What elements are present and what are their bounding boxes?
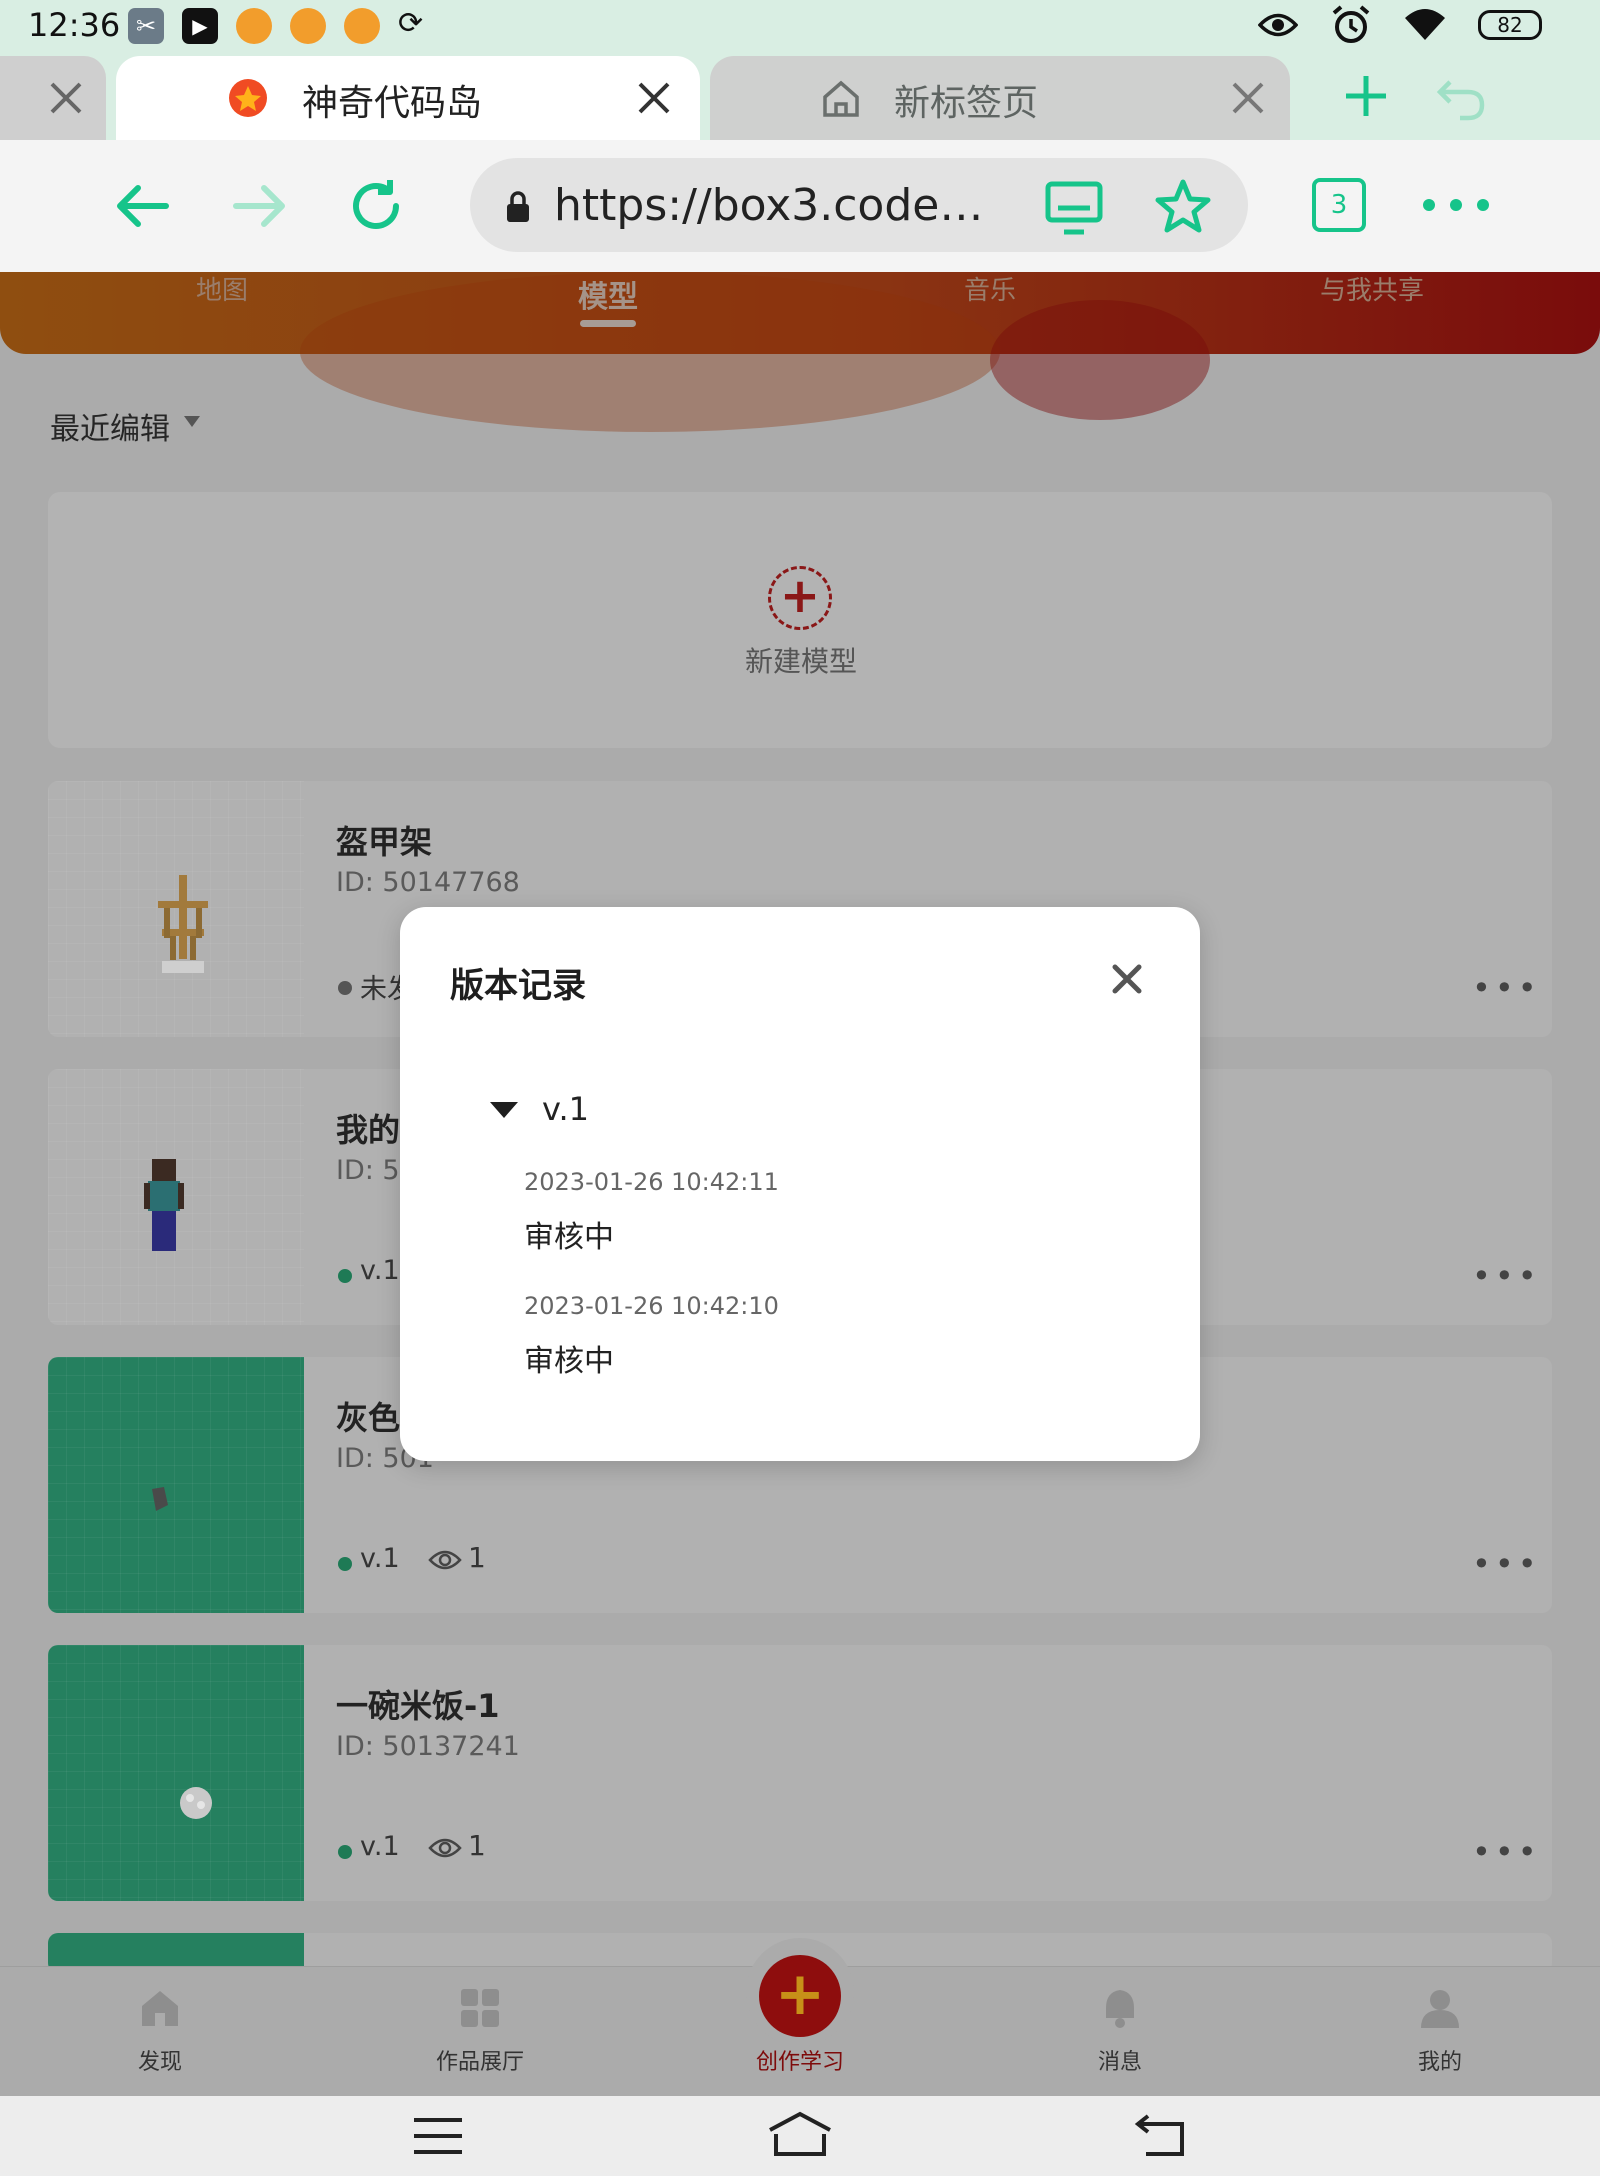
armor-stand-model (158, 875, 208, 973)
url-text[interactable]: https://box3.codema... (554, 180, 1014, 231)
status-dot (338, 1557, 352, 1571)
forward-arrow-icon[interactable] (230, 176, 290, 236)
new-tab-icon[interactable] (1342, 72, 1390, 120)
view-count: 1 (468, 1829, 486, 1862)
close-icon[interactable] (636, 80, 672, 116)
tab-model[interactable]: 模型 (578, 272, 638, 316)
tab-shared-with-me[interactable]: 与我共享 (1320, 270, 1424, 307)
home-icon (142, 1991, 178, 2026)
sync-icon: ⟳ (398, 6, 424, 41)
fox-icon (236, 8, 272, 44)
model-thumbnail[interactable] (48, 781, 304, 1037)
banner-decoration (300, 272, 1000, 432)
nav-discover[interactable]: 发现 (90, 1986, 230, 2076)
nav-label: 消息 (1097, 2050, 1142, 2075)
scissors-icon: ✂ (128, 8, 164, 44)
codemao-logo-icon (229, 79, 267, 117)
alarm-icon (1332, 5, 1370, 43)
gray-block-model (152, 1487, 168, 1511)
views-eye-icon (428, 1838, 462, 1858)
user-icon (1421, 1990, 1459, 2028)
model-id: ID: 50137241 (336, 1731, 520, 1762)
more-options-icon[interactable]: ••• (1472, 969, 1541, 1007)
model-id: ID: 50147768 (336, 867, 520, 898)
back-arrow-icon[interactable] (112, 176, 172, 236)
nav-gallery[interactable]: 作品展厅 (410, 1986, 550, 2076)
battery-icon: 82 (1478, 10, 1542, 40)
more-options-icon[interactable]: ••• (1472, 1257, 1541, 1295)
capcut-icon: ▶ (182, 8, 218, 44)
status-dot (338, 981, 352, 995)
status-dot (338, 1269, 352, 1283)
more-options-icon[interactable]: ••• (1472, 1545, 1541, 1583)
view-count: 1 (468, 1541, 486, 1574)
fox-icon (344, 8, 380, 44)
close-icon[interactable] (1110, 962, 1144, 996)
model-version: v.1 (360, 1255, 400, 1286)
nav-label: 作品展厅 (435, 2050, 524, 2075)
model-title: 灰色 (336, 1399, 401, 1437)
active-tab-indicator (580, 320, 636, 327)
undo-icon[interactable] (1436, 72, 1488, 124)
status-dot (338, 1845, 352, 1859)
caret-down-icon[interactable] (490, 1102, 518, 1118)
reload-icon[interactable] (346, 176, 406, 236)
fox-icon (290, 8, 326, 44)
grid-icon (461, 1989, 499, 2027)
version-entry-time: 2023-01-26 10:42:10 (524, 1292, 779, 1320)
wifi-icon (1405, 9, 1445, 40)
model-title: 一碗米饭-1 (336, 1687, 500, 1725)
tab-count-button[interactable]: 3 (1312, 178, 1366, 232)
close-icon[interactable] (1230, 80, 1266, 116)
home-button-icon[interactable] (766, 2110, 834, 2158)
model-thumbnail[interactable] (48, 1645, 304, 1901)
new-model-label[interactable]: 新建模型 (745, 640, 857, 680)
version-entry-time: 2023-01-26 10:42:11 (524, 1168, 779, 1196)
rice-bowl-model (180, 1787, 212, 1819)
model-version: v.1 (360, 1831, 400, 1862)
nav-messages[interactable]: 消息 (1050, 1986, 1190, 2076)
tab-music[interactable]: 音乐 (964, 270, 1016, 307)
tab-codemao[interactable]: 神奇代码岛 (116, 56, 700, 140)
model-version: v.1 (360, 1543, 400, 1574)
caret-down-icon[interactable] (184, 416, 200, 427)
status-time: 12:36 (28, 6, 121, 44)
back-button-icon[interactable] (1134, 2112, 1190, 2158)
character-model (144, 1159, 184, 1251)
dialog-title: 版本记录 (450, 966, 586, 1006)
menu-icon[interactable] (412, 2116, 464, 2156)
model-thumbnail[interactable] (48, 1357, 304, 1613)
tab-title: 神奇代码岛 (302, 83, 483, 124)
version-label[interactable]: v.1 (542, 1090, 589, 1128)
tab-new-tab[interactable]: 新标签页 (710, 56, 1290, 140)
model-title: 盔甲架 (336, 823, 433, 861)
plus-icon[interactable]: + (759, 1955, 841, 2037)
more-menu-icon[interactable] (1420, 196, 1492, 214)
close-icon[interactable] (48, 80, 84, 116)
nav-label: 发现 (137, 2050, 182, 2075)
model-title: 我的 (336, 1111, 401, 1149)
lock-icon (507, 191, 529, 222)
bell-icon (1106, 1990, 1134, 2028)
eye-icon (1258, 13, 1298, 37)
banner-decoration (990, 300, 1210, 420)
views-eye-icon (428, 1550, 462, 1570)
bookmark-star-icon[interactable] (1154, 178, 1212, 236)
more-options-icon[interactable]: ••• (1472, 1833, 1541, 1871)
version-entry-status: 审核中 (524, 1220, 614, 1255)
nav-profile[interactable]: 我的 (1370, 1986, 1510, 2076)
add-icon[interactable]: + (768, 566, 832, 630)
version-entry-status: 审核中 (524, 1344, 614, 1379)
model-card[interactable]: 一碗米饭-1 ID: 50137241 v.1 1 ••• (48, 1645, 1552, 1901)
desktop-mode-icon[interactable] (1044, 180, 1104, 236)
nav-label: 我的 (1417, 2050, 1462, 2075)
sort-dropdown[interactable]: 最近编辑 (50, 404, 170, 448)
tab-previous[interactable] (0, 56, 106, 140)
model-thumbnail[interactable] (48, 1069, 304, 1325)
tab-title: 新标签页 (894, 83, 1039, 124)
tab-map[interactable]: 地图 (196, 270, 248, 307)
home-icon (823, 80, 859, 117)
nav-create-learn[interactable]: 创作学习 (730, 2044, 870, 2076)
